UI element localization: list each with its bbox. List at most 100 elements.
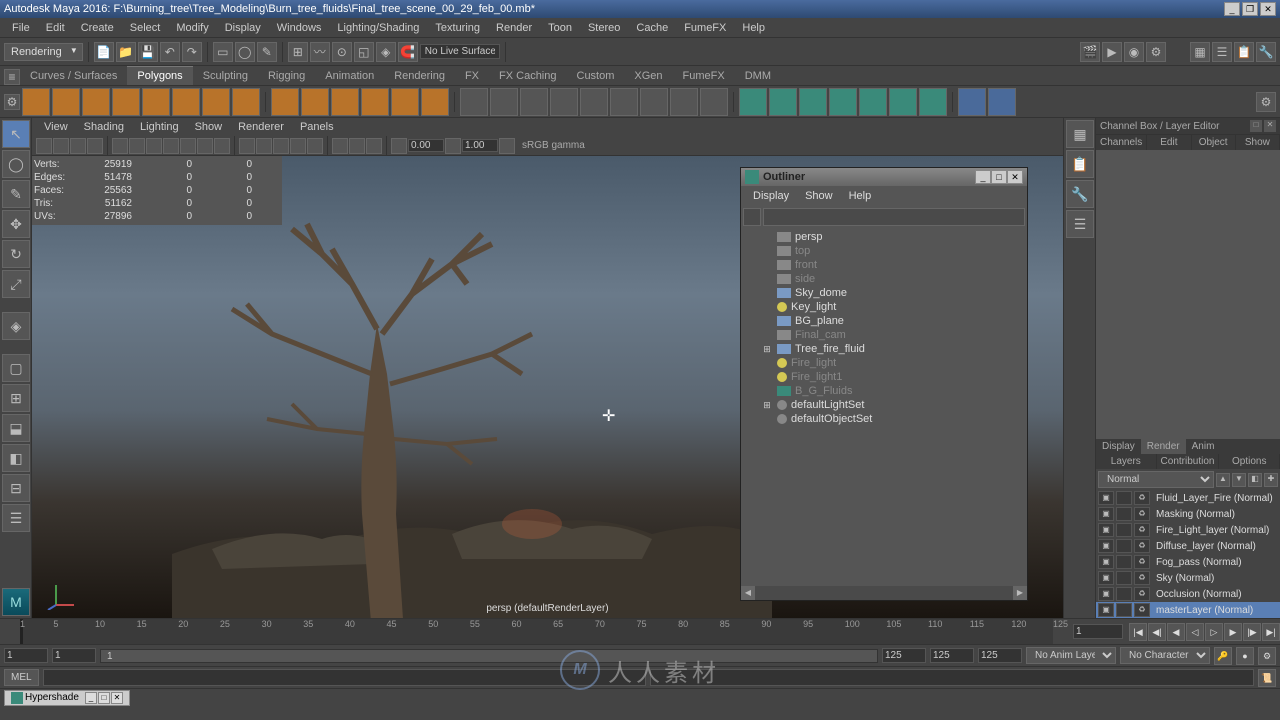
- layer-recycle-icon[interactable]: ♻: [1134, 507, 1150, 521]
- vp-smooth-shade-icon[interactable]: [256, 138, 272, 154]
- current-frame-input[interactable]: [1073, 624, 1123, 639]
- magnet-icon[interactable]: 🧲: [398, 42, 418, 62]
- shelf-tab-curves[interactable]: Curves / Surfaces: [20, 66, 127, 85]
- scroll-track[interactable]: [755, 586, 1013, 600]
- redo-icon[interactable]: ↷: [182, 42, 202, 62]
- snap-plane-icon[interactable]: ◱: [354, 42, 374, 62]
- timeline-ruler[interactable]: 1510152025303540455055606570758085909510…: [20, 619, 1053, 644]
- snap-curve-icon[interactable]: 〰: [310, 42, 330, 62]
- menu-stereo[interactable]: Stereo: [580, 20, 628, 36]
- poly-cylinder-icon[interactable]: [82, 88, 110, 116]
- layer-menu-contribution[interactable]: Contribution: [1157, 454, 1220, 469]
- lasso-tool-icon[interactable]: ◯: [235, 42, 255, 62]
- save-scene-icon[interactable]: 💾: [138, 42, 158, 62]
- go-to-end-icon[interactable]: ▶|: [1262, 623, 1280, 641]
- panel-close-icon[interactable]: ✕: [1264, 120, 1276, 132]
- outliner-item[interactable]: Final_cam: [743, 328, 1025, 342]
- taskbar-max-icon[interactable]: □: [98, 692, 110, 704]
- move-tool[interactable]: ✥: [2, 210, 30, 238]
- shelf-options-icon[interactable]: ⚙: [1256, 92, 1276, 112]
- shelf-tab-fxcaching[interactable]: FX Caching: [489, 66, 566, 85]
- script-editor-icon[interactable]: 📜: [1258, 669, 1276, 687]
- layer-menu-options[interactable]: Options: [1219, 454, 1280, 469]
- rotate-tool[interactable]: ↻: [2, 240, 30, 268]
- vp-menu-show[interactable]: Show: [187, 120, 231, 134]
- workspace-dropdown[interactable]: Rendering: [4, 43, 83, 61]
- set-key-icon[interactable]: ●: [1236, 647, 1254, 665]
- menu-cache[interactable]: Cache: [628, 20, 676, 36]
- play-back-icon[interactable]: ◁: [1186, 623, 1204, 641]
- maya-logo-icon[interactable]: M: [2, 588, 30, 616]
- anim-max-input[interactable]: [978, 648, 1022, 663]
- layer-renderable-icon[interactable]: [1116, 523, 1132, 537]
- render-layer-row[interactable]: ▣ ♻ masterLayer (Normal): [1096, 602, 1280, 618]
- tab-edit[interactable]: Edit: [1147, 135, 1191, 150]
- vp-resolution-icon[interactable]: [146, 138, 162, 154]
- vp-exposure-input[interactable]: [408, 139, 444, 152]
- poly-grid-icon[interactable]: [361, 88, 389, 116]
- render-view-icon[interactable]: 🎬: [1080, 42, 1100, 62]
- layer-renderable-icon[interactable]: [1116, 587, 1132, 601]
- vp-menu-panels[interactable]: Panels: [292, 120, 342, 134]
- poly-pyramid-icon[interactable]: [202, 88, 230, 116]
- vp-2d-pan-icon[interactable]: [87, 138, 103, 154]
- menu-help[interactable]: Help: [734, 20, 773, 36]
- vp-colorspace-label[interactable]: sRGB gamma: [516, 140, 591, 151]
- expand-icon[interactable]: ⊞: [761, 344, 773, 355]
- vp-film-gate-icon[interactable]: [129, 138, 145, 154]
- vp-menu-renderer[interactable]: Renderer: [230, 120, 292, 134]
- vp-bookmark-icon[interactable]: [53, 138, 69, 154]
- combine-icon[interactable]: [460, 88, 488, 116]
- tab-render[interactable]: Render: [1141, 439, 1186, 454]
- outliner-item[interactable]: B_G_Fluids: [743, 384, 1025, 398]
- maximize-button[interactable]: ❐: [1242, 2, 1258, 16]
- uv-tool-2-icon[interactable]: [988, 88, 1016, 116]
- tab-show[interactable]: Show: [1236, 135, 1280, 150]
- outliner-item[interactable]: persp: [743, 230, 1025, 244]
- outliner-item[interactable]: side: [743, 272, 1025, 286]
- live-surface-input[interactable]: [420, 44, 500, 59]
- select-tool-icon[interactable]: ▭: [213, 42, 233, 62]
- render-icon[interactable]: ▶: [1102, 42, 1122, 62]
- layout-three[interactable]: ⊟: [2, 474, 30, 502]
- shelf-tab-xgen[interactable]: XGen: [624, 66, 672, 85]
- outliner-filter-icon[interactable]: [743, 208, 761, 226]
- layer-recycle-icon[interactable]: ♻: [1134, 523, 1150, 537]
- step-forward-key-icon[interactable]: |▶: [1243, 623, 1261, 641]
- vp-field-chart-icon[interactable]: [180, 138, 196, 154]
- outliner-search-input[interactable]: [763, 208, 1025, 226]
- uv-tool-1-icon[interactable]: [958, 88, 986, 116]
- select-tool[interactable]: ↖: [2, 120, 30, 148]
- layout-outliner[interactable]: ☰: [2, 504, 30, 532]
- range-end-input[interactable]: [882, 648, 926, 663]
- layer-visible-icon[interactable]: ▣: [1098, 523, 1114, 537]
- outliner-menu-show[interactable]: Show: [797, 188, 841, 204]
- snap-point-icon[interactable]: ⊙: [332, 42, 352, 62]
- menu-windows[interactable]: Windows: [269, 20, 330, 36]
- vp-gamma-icon[interactable]: [445, 138, 461, 154]
- outliner-item[interactable]: Fire_light: [743, 356, 1025, 370]
- render-layer-row[interactable]: ▣ ♻ Fluid_Layer_Fire (Normal): [1096, 490, 1280, 506]
- paint-select-tool[interactable]: ✎: [2, 180, 30, 208]
- taskbar-close-icon[interactable]: ✕: [111, 692, 123, 704]
- vp-safe-title-icon[interactable]: [214, 138, 230, 154]
- render-layer-row[interactable]: ▣ ♻ Fire_Light_layer (Normal): [1096, 522, 1280, 538]
- anim-prefs-icon[interactable]: ⚙: [1258, 647, 1276, 665]
- poly-helix-icon[interactable]: [421, 88, 449, 116]
- smooth-icon[interactable]: [550, 88, 578, 116]
- outliner-item[interactable]: Key_light: [743, 300, 1025, 314]
- undo-icon[interactable]: ↶: [160, 42, 180, 62]
- vp-menu-view[interactable]: View: [36, 120, 76, 134]
- poly-torus-icon[interactable]: [172, 88, 200, 116]
- layer-visible-icon[interactable]: ▣: [1098, 603, 1114, 617]
- shelf-tab-rendering[interactable]: Rendering: [384, 66, 455, 85]
- mesh-tool-7-icon[interactable]: [919, 88, 947, 116]
- layer-recycle-icon[interactable]: ♻: [1134, 555, 1150, 569]
- lasso-tool[interactable]: ◯: [2, 150, 30, 178]
- render-settings-icon[interactable]: ⚙: [1146, 42, 1166, 62]
- outliner-item[interactable]: Sky_dome: [743, 286, 1025, 300]
- extrude-icon[interactable]: [520, 88, 548, 116]
- mesh-tool-6-icon[interactable]: [889, 88, 917, 116]
- menu-toon[interactable]: Toon: [540, 20, 580, 36]
- mesh-tool-1-icon[interactable]: [739, 88, 767, 116]
